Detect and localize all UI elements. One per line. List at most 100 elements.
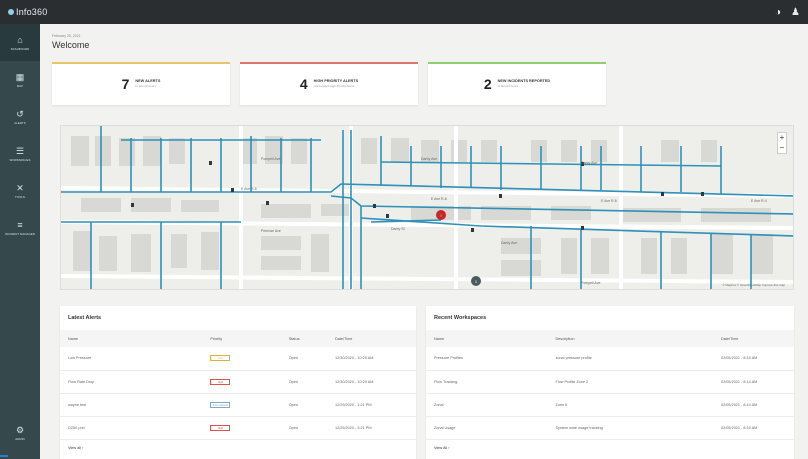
- dashboard-icon: ⌂: [17, 34, 23, 45]
- alerts-icon: ↺: [16, 108, 24, 119]
- workspace-name[interactable]: Zonal Usage: [426, 416, 548, 440]
- status-cell: Open: [280, 347, 327, 371]
- sidebar-item-map[interactable]: ▦ Map: [0, 61, 40, 98]
- description-cell: zonal pressure profile: [547, 347, 714, 371]
- alert-name[interactable]: Flow Rate Drop: [60, 370, 203, 394]
- column-header[interactable]: Priority: [202, 330, 281, 347]
- table-row[interactable]: Flow Tracking Flow Profile Zone 2 02/05/20…: [426, 370, 794, 394]
- table-row[interactable]: wayne test Informational Open 12/29/2020 - …: [60, 393, 416, 417]
- table-row[interactable]: Flow Rate Drop High Open 12/30/2020 - 10:20…: [60, 370, 416, 394]
- sidebar: ⌂ Dashboard ▦ Map ↺ Alerts ☰ Workspaces …: [0, 24, 40, 459]
- priority-cell: Low: [202, 347, 281, 371]
- card-value: 2: [483, 75, 492, 92]
- sidebar-item-admin[interactable]: ⚙ Admin: [0, 414, 40, 451]
- app-logo[interactable]: Info360: [8, 7, 47, 17]
- sidebar-item-incident-manager[interactable]: ≡ Incident Manager: [0, 209, 40, 246]
- map-attribution[interactable]: © Mapbox © OpenStreetMap Improve this ma…: [722, 283, 785, 287]
- view-all-workspaces-link[interactable]: View All ›: [426, 440, 794, 456]
- date-cell: 12/29/2020 - 1:21 PM: [326, 393, 416, 417]
- logo-icon: [8, 9, 14, 15]
- card-accent-bar: [240, 62, 418, 64]
- workspace-name[interactable]: Zonal: [426, 393, 548, 417]
- sidebar-item-alerts[interactable]: ↺ Alerts: [0, 98, 40, 135]
- new-alerts-card[interactable]: 7 New Alerts In last 24 hours: [52, 62, 230, 105]
- panel-title: Latest Alerts: [68, 315, 102, 321]
- table-row[interactable]: Pressure Profiles zonal pressure profile 0…: [426, 347, 794, 371]
- priority-badge: Low: [210, 355, 231, 362]
- card-accent-bar: [52, 62, 230, 64]
- card-value: 7: [121, 75, 130, 92]
- priority-badge: Informational: [210, 401, 231, 408]
- date-cell: 12/30/2020 - 10:25 AM: [326, 347, 416, 371]
- table-row[interactable]: DZ50 prel High Open 12/25/2020 - 3:21 PM: [60, 416, 416, 440]
- latest-alerts-panel: Latest Alerts Name Priority Status Date/…: [60, 306, 416, 459]
- status-cell: Open: [280, 393, 327, 417]
- map-zoom-control: + −: [777, 132, 787, 154]
- view-all-alerts-link[interactable]: View all ›: [60, 440, 416, 456]
- workspaces-icon: ☰: [15, 145, 25, 156]
- workspaces-table: Name Description Date/Time Pressure Prof…: [426, 330, 794, 440]
- svg-text:!: !: [440, 213, 441, 218]
- sidebar-item-dashboard[interactable]: ⌂ Dashboard: [0, 24, 40, 61]
- alerts-table: Name Priority Status Date/Time Low Press…: [60, 330, 416, 440]
- date-cell: 12/25/2020 - 3:21 PM: [326, 416, 416, 440]
- date-cell: 02/05/2021 - 8:14 AM: [713, 393, 794, 417]
- table-row[interactable]: Low Pressure Low Open 12/30/2020 - 10:25 AM: [60, 347, 416, 371]
- card-subtitle: In last 24 hours: [497, 84, 519, 88]
- svg-text:Darby Ave: Darby Ave: [421, 157, 437, 161]
- page-title: Welcome: [52, 40, 90, 50]
- priority-cell: High: [202, 416, 281, 440]
- incident-icon: ≡: [17, 219, 23, 230]
- network-map[interactable]: ! 1 Pompeii Ave Darby Ave Darby Ave E Av…: [60, 125, 794, 290]
- column-header[interactable]: Status: [280, 330, 327, 347]
- card-title: New Alerts: [135, 79, 161, 83]
- svg-text:Darby Ave: Darby Ave: [501, 241, 517, 245]
- alert-name[interactable]: DZ50 prel: [60, 416, 203, 440]
- zoom-out-button[interactable]: −: [778, 143, 786, 153]
- card-accent-bar: [428, 62, 606, 64]
- svg-text:E Ave R-4: E Ave R-4: [751, 199, 767, 203]
- table-row[interactable]: Zonal Zone 6 02/05/2021 - 8:14 AM: [426, 393, 794, 417]
- svg-text:E Ave R-6: E Ave R-6: [431, 197, 447, 201]
- date-cell: 02/05/2021 - 8:15 AM: [713, 416, 794, 440]
- current-date: February 25, 2021: [52, 34, 81, 38]
- svg-text:Darby Ave: Darby Ave: [581, 161, 597, 165]
- priority-badge: High: [210, 378, 231, 385]
- high-priority-alerts-card[interactable]: 4 High Priority Alerts Unresolved High P…: [240, 62, 418, 105]
- top-bar: Info360 ◑ ♟: [0, 0, 808, 24]
- svg-text:E Ave R-6: E Ave R-6: [241, 187, 257, 191]
- workspace-name[interactable]: Pressure Profiles: [426, 347, 548, 371]
- priority-cell: Informational: [202, 393, 281, 417]
- date-cell: 02/05/2021 - 8:15 AM: [713, 347, 794, 371]
- column-header[interactable]: Date/Time: [326, 330, 416, 347]
- sidebar-item-tools[interactable]: ✕ Tools: [0, 172, 40, 209]
- recent-workspaces-panel: Recent Workspaces Name Description Date/…: [426, 306, 794, 459]
- user-icon[interactable]: ♟: [791, 7, 800, 18]
- map-icon: ▦: [15, 71, 25, 82]
- date-cell: 12/30/2020 - 10:20 AM: [326, 370, 416, 394]
- column-header[interactable]: Description: [547, 330, 714, 347]
- alert-name[interactable]: wayne test: [60, 393, 203, 417]
- svg-text:E Ave R-6: E Ave R-6: [601, 199, 617, 203]
- help-icon[interactable]: ◑: [775, 7, 781, 18]
- card-subtitle: In last 24 hours: [135, 84, 156, 88]
- alert-name[interactable]: Low Pressure: [60, 347, 203, 371]
- panel-title: Recent Workspaces: [434, 315, 487, 321]
- column-header[interactable]: Name: [60, 330, 203, 347]
- description-cell: System wide usage tracking: [547, 416, 714, 440]
- zoom-in-button[interactable]: +: [778, 133, 786, 143]
- table-row[interactable]: Zonal Usage System wide usage tracking 02/…: [426, 416, 794, 440]
- sidebar-item-workspaces[interactable]: ☰ Workspaces: [0, 135, 40, 172]
- svg-text:Pompeii Ave: Pompeii Ave: [261, 157, 280, 161]
- column-header[interactable]: Date/Time: [713, 330, 794, 347]
- priority-cell: High: [202, 370, 281, 394]
- page-header: February 25, 2021 Welcome: [52, 34, 89, 50]
- svg-text:Pompeii Ave: Pompeii Ave: [581, 281, 600, 285]
- column-header[interactable]: Name: [426, 330, 548, 347]
- status-cell: Open: [280, 370, 327, 394]
- new-incidents-card[interactable]: 2 New Incidents Reported In last 24 hour…: [428, 62, 606, 105]
- card-subtitle: Unresolved High Priority Alerts: [313, 84, 355, 88]
- workspace-name[interactable]: Flow Tracking: [426, 370, 548, 394]
- map-canvas[interactable]: ! 1 Pompeii Ave Darby Ave Darby Ave E Av…: [61, 126, 794, 290]
- tools-icon: ✕: [16, 182, 24, 193]
